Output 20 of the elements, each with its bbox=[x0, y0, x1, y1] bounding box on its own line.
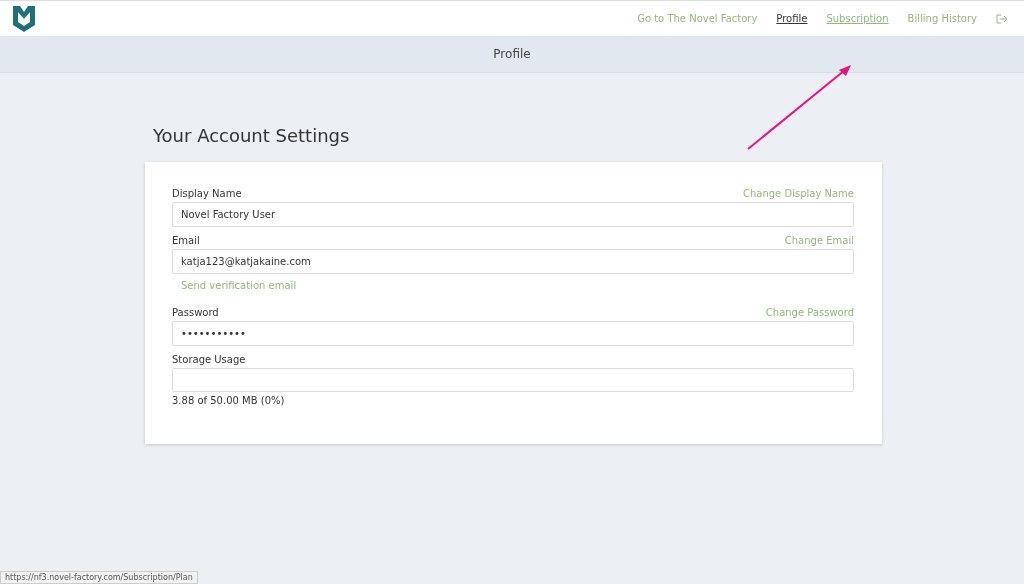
nav-link[interactable]: Go to The Novel Factory bbox=[637, 13, 758, 24]
change-link[interactable]: Change Display Name bbox=[743, 188, 854, 199]
nav-link[interactable]: Billing History bbox=[907, 13, 977, 24]
field-label: Storage Usage bbox=[172, 354, 246, 365]
verification-link[interactable]: Send verification email bbox=[181, 280, 854, 291]
nav-link[interactable]: Profile bbox=[776, 13, 808, 24]
field-label: Email bbox=[172, 235, 200, 246]
nav-link[interactable]: Subscription bbox=[826, 13, 889, 24]
storage-reading: 3.88 of 50.00 MB (0%) bbox=[172, 395, 286, 406]
input-field[interactable]: katja123@katjakaine.com bbox=[172, 249, 854, 274]
change-link[interactable]: Change Password bbox=[765, 307, 854, 318]
page-title: Profile bbox=[493, 47, 531, 61]
input-field[interactable]: ••••••••••• bbox=[172, 321, 854, 346]
heading: Your Account Settings bbox=[153, 125, 351, 146]
logo-icon[interactable] bbox=[12, 4, 36, 33]
input-field[interactable]: Novel Factory User bbox=[172, 202, 854, 227]
change-link[interactable]: Change Email bbox=[784, 235, 854, 246]
status-url: https://nf3.novel-factory.com/Subscription/Plan bbox=[0, 571, 198, 584]
field-label: Display Name bbox=[172, 188, 242, 199]
field-label: Password bbox=[172, 307, 219, 318]
